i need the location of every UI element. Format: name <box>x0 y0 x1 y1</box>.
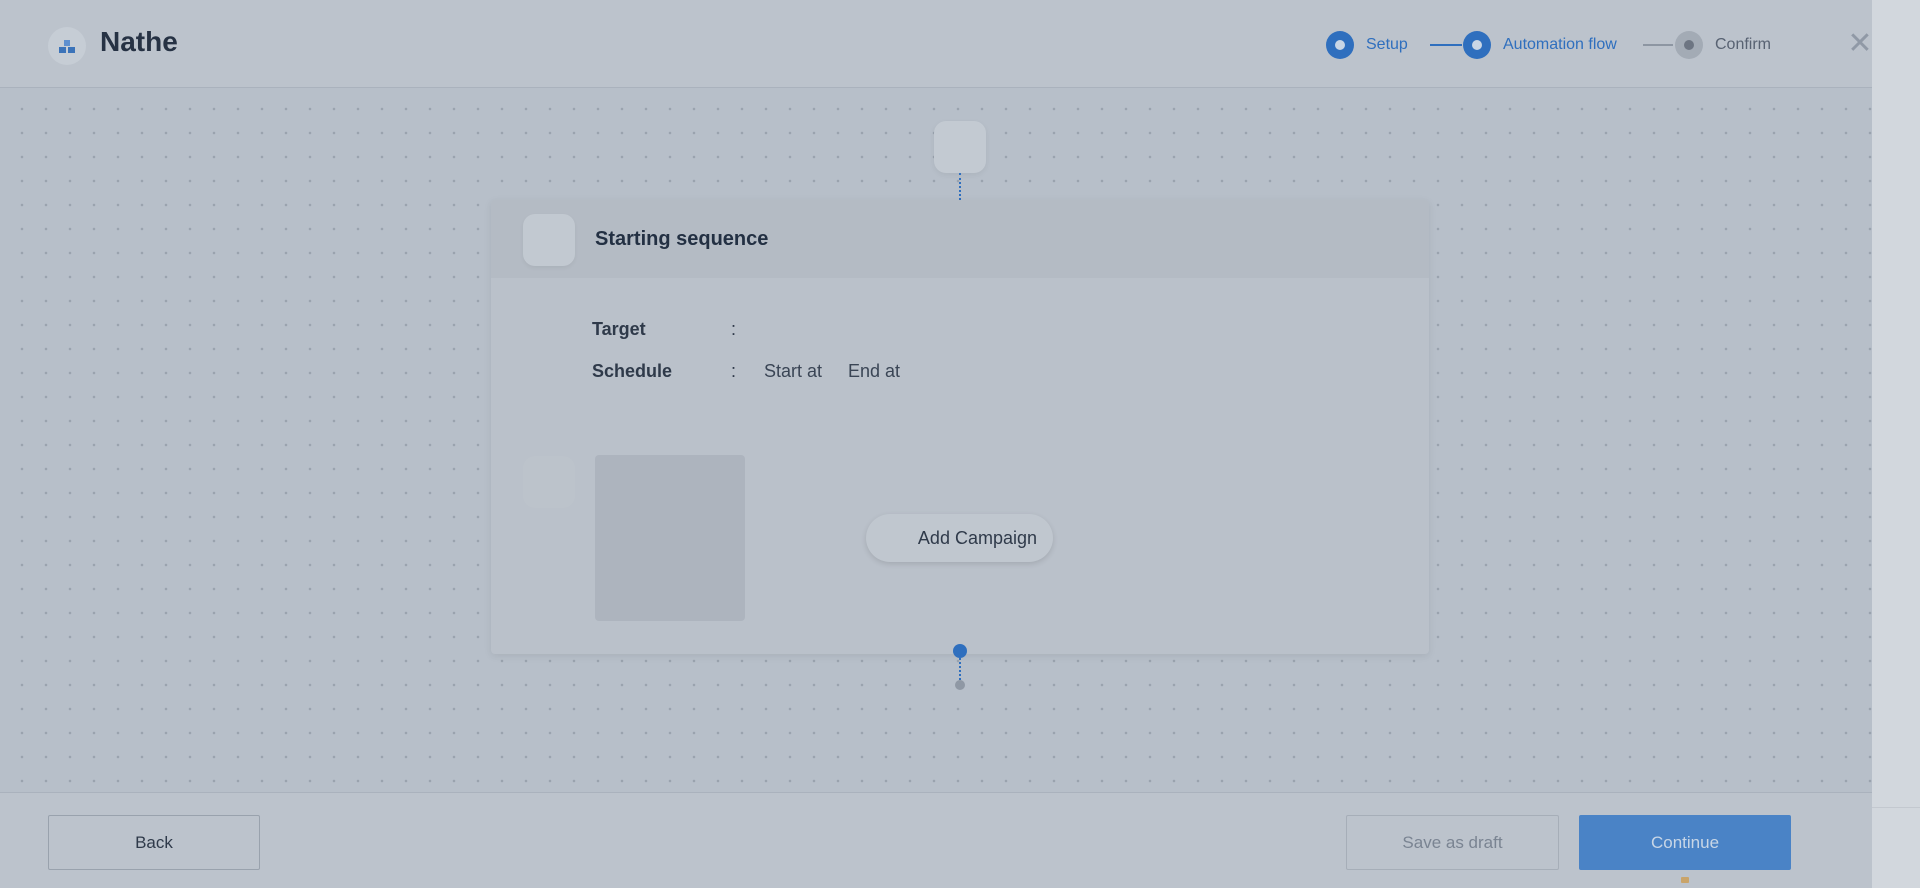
save-as-draft-button[interactable]: Save as draft <box>1346 815 1559 870</box>
campaign-placeholder <box>595 455 745 621</box>
connector-handle[interactable] <box>953 644 967 658</box>
cursor-marker <box>1681 877 1689 883</box>
step-setup-label: Setup <box>1366 36 1408 53</box>
trigger-node[interactable] <box>934 121 986 173</box>
divider <box>1872 807 1920 808</box>
target-label: Target <box>592 319 646 339</box>
side-panel-edge <box>1872 0 1920 888</box>
step-setup-indicator-icon <box>1326 31 1354 59</box>
connector-end-point[interactable] <box>955 680 965 690</box>
step-confirm-label: Confirm <box>1715 36 1772 53</box>
step-automation-flow-indicator-icon <box>1463 31 1491 59</box>
app-window: Nathe Setup Automation flow Confirm ✕ St… <box>0 0 1874 888</box>
schedule-separator: : <box>731 361 737 381</box>
connector-line <box>959 173 961 200</box>
close-icon[interactable]: ✕ <box>1846 29 1874 59</box>
connector-line <box>959 658 961 680</box>
step-confirm[interactable]: Confirm <box>1675 31 1771 59</box>
app-logo-icon <box>48 27 86 65</box>
schedule-label: Schedule <box>592 361 673 381</box>
sequence-icon <box>523 214 575 266</box>
continue-button[interactable]: Continue <box>1579 815 1791 870</box>
step-connector <box>1643 44 1673 46</box>
starting-sequence-card: Starting sequence Target : Schedule : St… <box>491 200 1429 654</box>
back-button[interactable]: Back <box>48 815 260 870</box>
footer-bar: Back Save as draft Continue <box>0 792 1872 888</box>
card-title: Starting sequence <box>595 228 769 250</box>
card-header: Starting sequence <box>491 200 1429 278</box>
add-campaign-button[interactable]: Add Campaign <box>866 514 1053 562</box>
step-connector <box>1430 44 1462 46</box>
step-confirm-indicator-icon <box>1675 31 1703 59</box>
step-setup[interactable]: Setup <box>1326 31 1408 59</box>
step-automation-flow[interactable]: Automation flow <box>1463 31 1617 59</box>
header-bar: Nathe Setup Automation flow Confirm ✕ <box>0 0 1874 88</box>
campaign-node[interactable] <box>523 456 575 508</box>
target-separator: : <box>731 319 737 339</box>
step-automation-flow-label: Automation flow <box>1503 36 1617 53</box>
page-title: Nathe <box>100 26 178 57</box>
start-at-value: Start at <box>764 361 823 381</box>
end-at-value: End at <box>848 361 901 381</box>
add-campaign-label: Add Campaign <box>917 527 1037 548</box>
